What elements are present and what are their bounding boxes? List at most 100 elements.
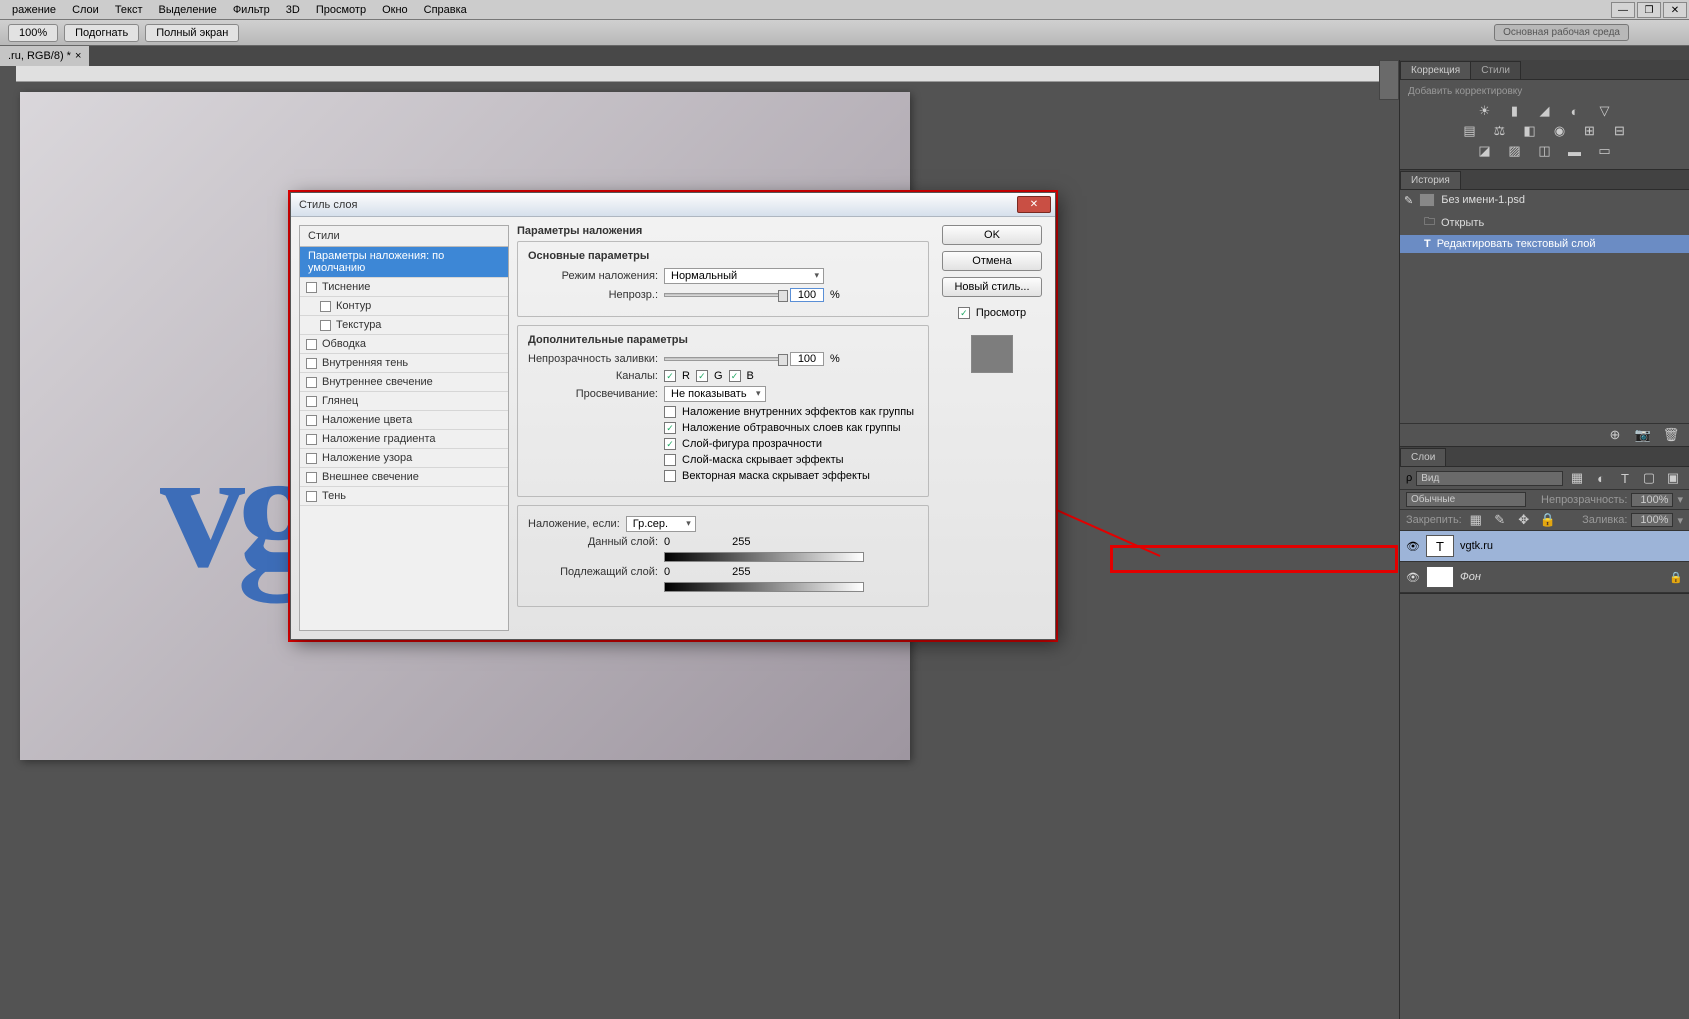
fill-opacity-slider[interactable] bbox=[664, 357, 784, 361]
checkbox[interactable] bbox=[320, 301, 331, 312]
history-item[interactable]: T Редактировать текстовый слой bbox=[1400, 235, 1689, 253]
checkbox[interactable]: ✓ bbox=[664, 438, 676, 450]
history-snapshot[interactable]: ✎ Без имени-1.psd bbox=[1400, 190, 1689, 210]
checkbox[interactable]: ✓ bbox=[664, 422, 676, 434]
menu-item[interactable]: Просмотр bbox=[308, 2, 374, 18]
layer-row[interactable]: 👁 Фон 🔒 bbox=[1400, 562, 1689, 593]
tab-history[interactable]: История bbox=[1400, 171, 1461, 189]
new-style-button[interactable]: Новый стиль... bbox=[942, 277, 1042, 297]
dialog-close-button[interactable]: ✕ bbox=[1017, 196, 1051, 213]
ok-button[interactable]: OK bbox=[942, 225, 1042, 245]
underlying-layer-slider[interactable] bbox=[664, 582, 864, 592]
exposure-icon[interactable]: ◐ bbox=[1565, 103, 1585, 119]
checkbox[interactable] bbox=[320, 320, 331, 331]
threshold-icon[interactable]: ◫ bbox=[1535, 143, 1555, 159]
lookup-icon[interactable]: ⊟ bbox=[1610, 123, 1630, 139]
style-item-inner-shadow[interactable]: Внутренняя тень bbox=[300, 354, 508, 373]
gradient-map-icon[interactable]: ▬ bbox=[1565, 143, 1585, 159]
chevron-down-icon[interactable]: ▾ bbox=[1677, 493, 1683, 506]
bw-icon[interactable]: ◧ bbox=[1520, 123, 1540, 139]
checkbox[interactable] bbox=[306, 434, 317, 445]
menu-item[interactable]: Слои bbox=[64, 2, 107, 18]
checkbox[interactable] bbox=[306, 377, 317, 388]
menu-item[interactable]: ражение bbox=[4, 2, 64, 18]
filter-shape-icon[interactable]: ▢ bbox=[1639, 470, 1659, 486]
channel-g-checkbox[interactable]: ✓ bbox=[696, 370, 708, 382]
menu-item[interactable]: Справка bbox=[416, 2, 475, 18]
checkbox[interactable] bbox=[664, 406, 676, 418]
blend-mode-dropdown[interactable]: Нормальный bbox=[664, 268, 824, 284]
style-item-color-overlay[interactable]: Наложение цвета bbox=[300, 411, 508, 430]
style-item-blending[interactable]: Параметры наложения: по умолчанию bbox=[300, 247, 508, 278]
visibility-icon[interactable]: 👁 bbox=[1406, 571, 1420, 584]
fit-button[interactable]: Подогнать bbox=[64, 24, 139, 42]
style-item-drop-shadow[interactable]: Тень bbox=[300, 487, 508, 506]
style-item-stroke[interactable]: Обводка bbox=[300, 335, 508, 354]
tab-styles[interactable]: Стили bbox=[1470, 61, 1521, 79]
blend-if-dropdown[interactable]: Гр.сер. bbox=[626, 516, 696, 532]
panel-collapse-icon[interactable] bbox=[1379, 60, 1399, 100]
tab-layers[interactable]: Слои bbox=[1400, 448, 1446, 466]
opacity-slider[interactable] bbox=[664, 293, 784, 297]
selective-icon[interactable]: ▭ bbox=[1595, 143, 1615, 159]
style-item-satin[interactable]: Глянец bbox=[300, 392, 508, 411]
filter-kind-icon[interactable]: ρ bbox=[1406, 472, 1412, 484]
maximize-button[interactable]: ❐ bbox=[1637, 2, 1661, 18]
lock-position-icon[interactable]: ✥ bbox=[1514, 512, 1534, 528]
posterize-icon[interactable]: ▨ bbox=[1505, 143, 1525, 159]
layer-row[interactable]: 👁 T vgtk.ru bbox=[1400, 531, 1689, 562]
zoom-field[interactable]: 100% bbox=[8, 24, 58, 42]
fullscreen-button[interactable]: Полный экран bbox=[145, 24, 239, 42]
lock-transparency-icon[interactable]: ▦ bbox=[1466, 512, 1486, 528]
cancel-button[interactable]: Отмена bbox=[942, 251, 1042, 271]
style-item-contour[interactable]: Контур bbox=[300, 297, 508, 316]
hue-icon[interactable]: ▤ bbox=[1460, 123, 1480, 139]
close-window-button[interactable]: ✕ bbox=[1663, 2, 1687, 18]
fill-field[interactable]: 100% bbox=[1631, 513, 1673, 527]
blend-mode-select[interactable]: Обычные bbox=[1406, 492, 1526, 507]
curves-icon[interactable]: ◢ bbox=[1535, 103, 1555, 119]
balance-icon[interactable]: ⚖ bbox=[1490, 123, 1510, 139]
checkbox[interactable] bbox=[664, 454, 676, 466]
workspace-dropdown[interactable]: Основная рабочая среда bbox=[1494, 24, 1629, 41]
filter-smart-icon[interactable]: ▣ bbox=[1663, 470, 1683, 486]
style-item-inner-glow[interactable]: Внутреннее свечение bbox=[300, 373, 508, 392]
checkbox[interactable] bbox=[306, 396, 317, 407]
chevron-down-icon[interactable]: ▾ bbox=[1677, 514, 1683, 527]
history-create-icon[interactable]: ⊕ bbox=[1605, 427, 1625, 443]
lock-pixels-icon[interactable]: ✎ bbox=[1490, 512, 1510, 528]
checkbox[interactable] bbox=[306, 358, 317, 369]
menu-item[interactable]: Фильтр bbox=[225, 2, 278, 18]
menu-item[interactable]: Выделение bbox=[151, 2, 225, 18]
styles-list-head[interactable]: Стили bbox=[300, 226, 508, 247]
style-item-bevel[interactable]: Тиснение bbox=[300, 278, 508, 297]
style-item-pattern-overlay[interactable]: Наложение узора bbox=[300, 449, 508, 468]
filter-text-icon[interactable]: T bbox=[1615, 470, 1635, 486]
menu-item[interactable]: Текст bbox=[107, 2, 151, 18]
style-item-outer-glow[interactable]: Внешнее свечение bbox=[300, 468, 508, 487]
knockout-dropdown[interactable]: Не показывать bbox=[664, 386, 766, 402]
filter-adj-icon[interactable]: ◐ bbox=[1591, 470, 1611, 486]
checkbox[interactable] bbox=[306, 453, 317, 464]
filter-kind-select[interactable]: Вид bbox=[1416, 471, 1563, 486]
this-layer-slider[interactable] bbox=[664, 552, 864, 562]
mixer-icon[interactable]: ⊞ bbox=[1580, 123, 1600, 139]
style-item-texture[interactable]: Текстура bbox=[300, 316, 508, 335]
opacity-field[interactable]: 100% bbox=[1631, 493, 1673, 507]
visibility-icon[interactable]: 👁 bbox=[1406, 540, 1420, 553]
history-item[interactable]: 🗀 Открыть bbox=[1400, 210, 1689, 235]
levels-icon[interactable]: ▮ bbox=[1505, 103, 1525, 119]
checkbox[interactable] bbox=[306, 339, 317, 350]
channel-b-checkbox[interactable]: ✓ bbox=[729, 370, 741, 382]
style-item-gradient-overlay[interactable]: Наложение градиента bbox=[300, 430, 508, 449]
vibrance-icon[interactable]: ▽ bbox=[1595, 103, 1615, 119]
photo-filter-icon[interactable]: ◉ bbox=[1550, 123, 1570, 139]
filter-pixel-icon[interactable]: ▦ bbox=[1567, 470, 1587, 486]
menu-item[interactable]: 3D bbox=[278, 2, 308, 18]
opacity-input[interactable]: 100 bbox=[790, 288, 824, 302]
checkbox[interactable] bbox=[306, 282, 317, 293]
lock-all-icon[interactable]: 🔒 bbox=[1538, 512, 1558, 528]
checkbox[interactable] bbox=[306, 415, 317, 426]
trash-icon[interactable]: 🗑 bbox=[1661, 427, 1681, 443]
invert-icon[interactable]: ◪ bbox=[1475, 143, 1495, 159]
